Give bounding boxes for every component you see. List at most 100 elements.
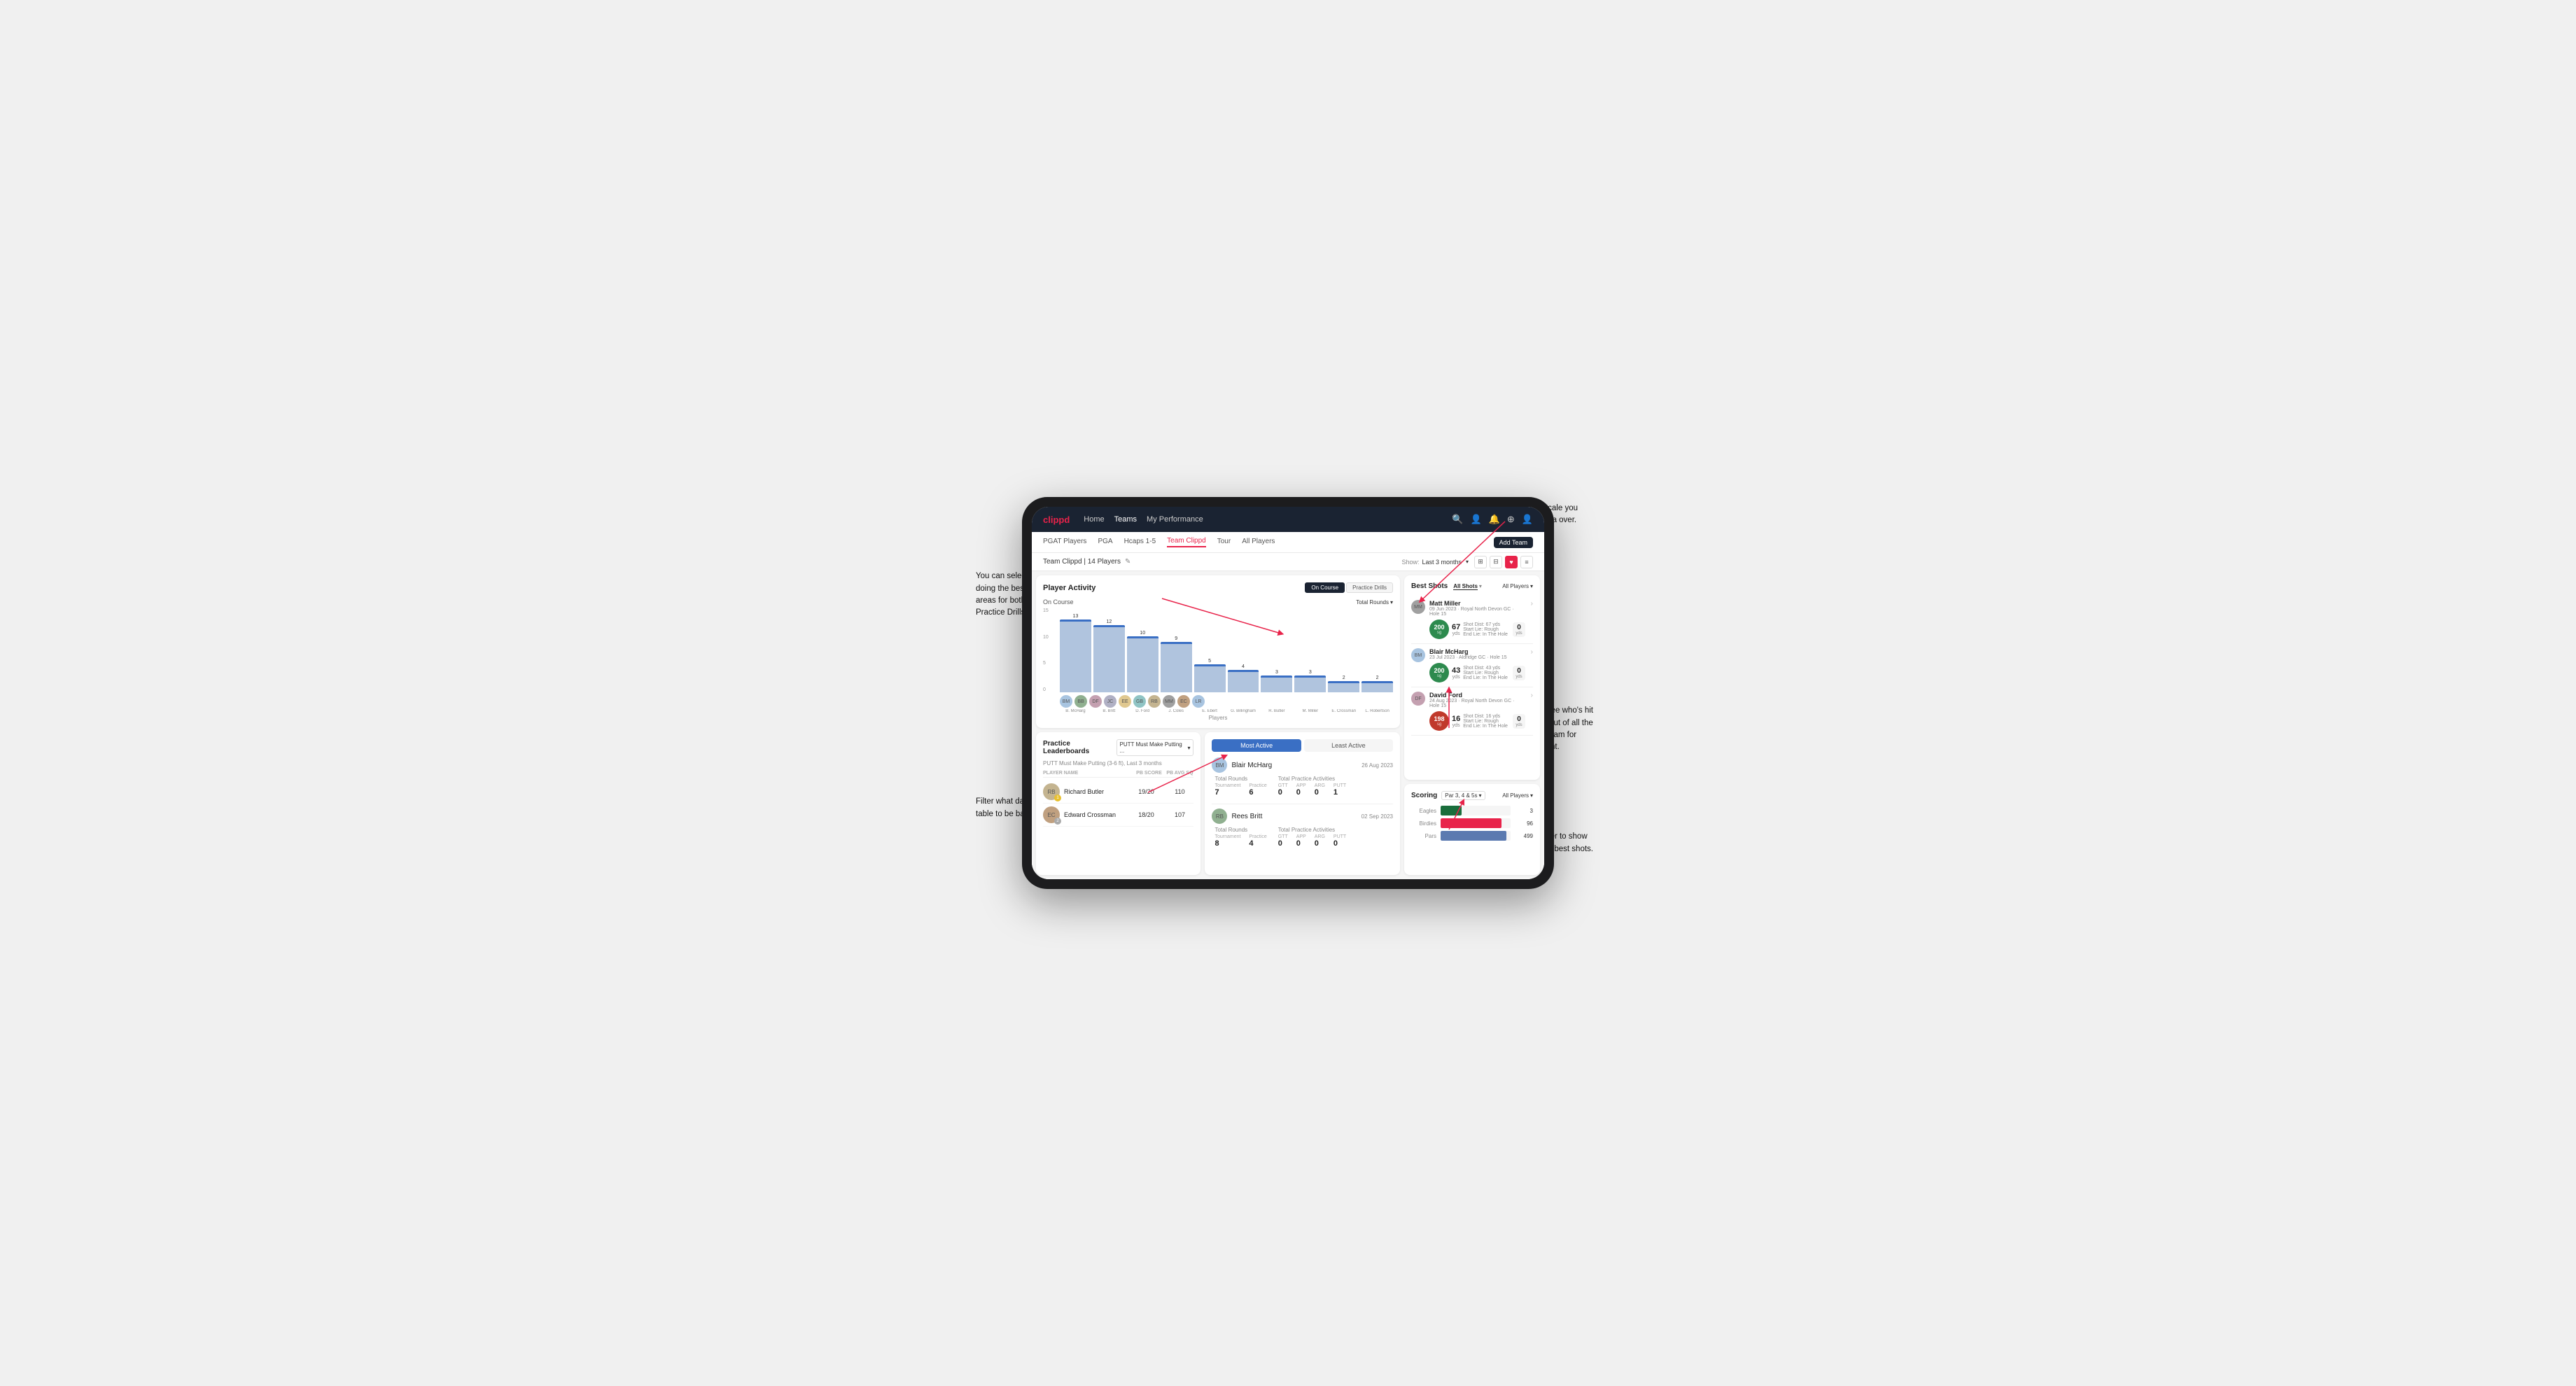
bar-6 [1261,676,1292,692]
active-player-0: BM Blair McHarg 26 Aug 2023 Total Rounds [1212,757,1393,797]
practice-drills-toggle[interactable]: Practice Drills [1346,582,1393,593]
practice-player-row-1[interactable]: EC 2 Edward Crossman 18/20 107 [1043,804,1194,827]
shots-chevron[interactable]: ▾ [1479,583,1482,590]
shot-chevron-1[interactable]: › [1531,648,1533,656]
show-dropdown-arrow[interactable]: ▾ [1466,559,1469,565]
best-shots-header: Best Shots All Shots ▾ All Players ▾ [1411,582,1533,590]
subnav-pga[interactable]: PGA [1098,538,1112,547]
bell-icon[interactable]: 🔔 [1489,514,1500,525]
bar-col-8: 2 [1328,676,1359,692]
bar-val-3: 9 [1175,636,1177,641]
pb-score-1: 18/20 [1132,811,1160,818]
shot-dist-2: 16 yds [1452,715,1460,728]
on-course-toggle[interactable]: On Course [1305,582,1345,593]
view-list-icon[interactable]: ⊟ [1490,556,1502,568]
shot-chevron-2[interactable]: › [1531,692,1533,699]
nav-my-performance[interactable]: My Performance [1147,515,1203,524]
subnav-pgat[interactable]: PGAT Players [1043,538,1086,547]
shot-item-1[interactable]: BM Blair McHarg 23 Jul 2023 · Aldridge G… [1411,644,1533,687]
practice-player-row-0[interactable]: RB 1 Richard Butler 19/20 110 [1043,780,1194,804]
scoring-all-players[interactable]: All Players ▾ [1502,792,1533,799]
total-rounds-dropdown[interactable]: Total Rounds ▾ [1356,599,1393,606]
users-icon[interactable]: 👤 [1471,514,1482,525]
shot-lie-2: Shot Dist: 16 yds Start Lie: Rough End L… [1463,714,1510,729]
shot-sg-label-0: sg [1437,631,1441,635]
player-avatar-3[interactable]: JC [1104,695,1116,708]
all-shots-btn[interactable]: All Shots [1453,583,1478,590]
add-team-button[interactable]: Add Team [1494,537,1533,548]
bar-col-3: 9 [1161,636,1192,692]
x-label-7: M. Miller [1294,709,1326,713]
player-avatar-2[interactable]: DF [1089,695,1102,708]
x-label-1: B. Britt [1093,709,1125,713]
active-player-header-1: RB Rees Britt 02 Sep 2023 [1212,808,1393,824]
view-favorite-icon[interactable]: ♥ [1505,556,1518,568]
x-label-4: E. Ebert [1194,709,1226,713]
profile-icon[interactable]: 👤 [1522,514,1533,525]
bar-col-1: 12 [1093,620,1125,692]
total-practice-label-0: Total Practice Activities [1278,776,1346,782]
shot-dist-0: 67 yds [1452,623,1460,636]
subnav-hcaps[interactable]: Hcaps 1-5 [1124,538,1156,547]
subnav-all-players[interactable]: All Players [1242,538,1275,547]
on-course-label: On Course [1043,598,1074,606]
player-avatar-5[interactable]: GB [1133,695,1146,708]
search-icon[interactable]: 🔍 [1452,514,1463,525]
main-content: Player Activity On Course Practice Drill… [1032,571,1544,879]
bar-val-2: 10 [1140,631,1145,636]
active-rounds-row-0: Tournament 7 Practice 6 [1214,783,1266,797]
x-axis-labels: B. McHarg B. Britt D. Ford J. Coles E. E… [1043,709,1393,713]
player-avatar-9[interactable]: LR [1192,695,1205,708]
bar-col-4: 5 [1194,659,1226,692]
activity-toggle-group: On Course Practice Drills [1305,582,1393,593]
player-avatar-4[interactable]: EE [1119,695,1131,708]
bar-0 [1060,620,1091,692]
team-header: Team Clippd | 14 Players ✎ Show: Last 3 … [1032,553,1544,571]
practice-subtitle: PUTT Must Make Putting (3-6 ft), Last 3 … [1043,760,1194,766]
shot-chevron-0[interactable]: › [1531,600,1533,608]
player-avatar-6[interactable]: RB [1148,695,1161,708]
player-avatar-1[interactable]: BB [1074,695,1087,708]
bar-col-2: 10 [1127,631,1158,692]
subnav-team-clippd[interactable]: Team Clippd [1167,537,1206,547]
shot-avatar-0: MM [1411,600,1425,614]
tournament-stat-0: Tournament 7 [1214,783,1240,797]
bar-7 [1294,676,1326,692]
rank-badge-0: 1 [1054,794,1061,802]
most-active-card: Most Active Least Active BM Blair McHarg… [1205,732,1400,875]
least-active-tab[interactable]: Least Active [1304,739,1393,752]
x-label-8: E. Crossman [1328,709,1359,713]
shot-badge-1: 200 sg [1429,663,1449,682]
show-label: Show: [1401,559,1419,566]
rank-badge-1: 2 [1054,818,1061,825]
subnav-tour[interactable]: Tour [1217,538,1231,547]
edit-icon[interactable]: ✎ [1125,558,1130,566]
view-grid-icon[interactable]: ⊞ [1474,556,1487,568]
all-players-filter[interactable]: All Players ▾ [1502,583,1533,589]
y-label-10: 10 [1043,635,1049,640]
player-avatar-8[interactable]: EC [1177,695,1190,708]
practice-table-header: PLAYER NAME PB SCORE PB AVG SQ [1043,771,1194,778]
scoring-filter-dropdown[interactable]: Par 3, 4 & 5s ▾ [1441,791,1485,800]
player-avatar-7[interactable]: MM [1163,695,1175,708]
shot-item-0[interactable]: MM Matt Miller 09 Jun 2023 · Royal North… [1411,596,1533,644]
dropdown-chevron: ▾ [1390,599,1393,606]
scoring-row-birdies: Birdies 96 [1411,818,1533,828]
x-label-6: R. Butler [1261,709,1292,713]
nav-teams[interactable]: Teams [1114,515,1137,524]
plus-circle-icon[interactable]: ⊕ [1507,514,1515,525]
practice-avatar-1: EC 2 [1043,806,1060,823]
x-label-5: G. Billingham [1228,709,1259,713]
shot-info-2: David Ford 24 Aug 2023 · Royal North Dev… [1429,692,1525,731]
show-value[interactable]: Last 3 months [1422,559,1462,566]
practice-dropdown[interactable]: PUTT Must Make Putting ... ▾ [1116,739,1194,756]
player-avatar-0[interactable]: BM [1060,695,1072,708]
view-columns-icon[interactable]: ≡ [1520,556,1533,568]
col-player-name: PLAYER NAME [1043,771,1132,776]
bottom-left-row: Practice Leaderboards PUTT Must Make Put… [1036,732,1400,875]
shot-sg-1: 200 [1434,668,1444,674]
scoring-all-players-chevron: ▾ [1530,792,1533,799]
shot-item-2[interactable]: DF David Ford 24 Aug 2023 · Royal North … [1411,687,1533,736]
nav-home[interactable]: Home [1084,515,1104,524]
most-active-tab[interactable]: Most Active [1212,739,1301,752]
